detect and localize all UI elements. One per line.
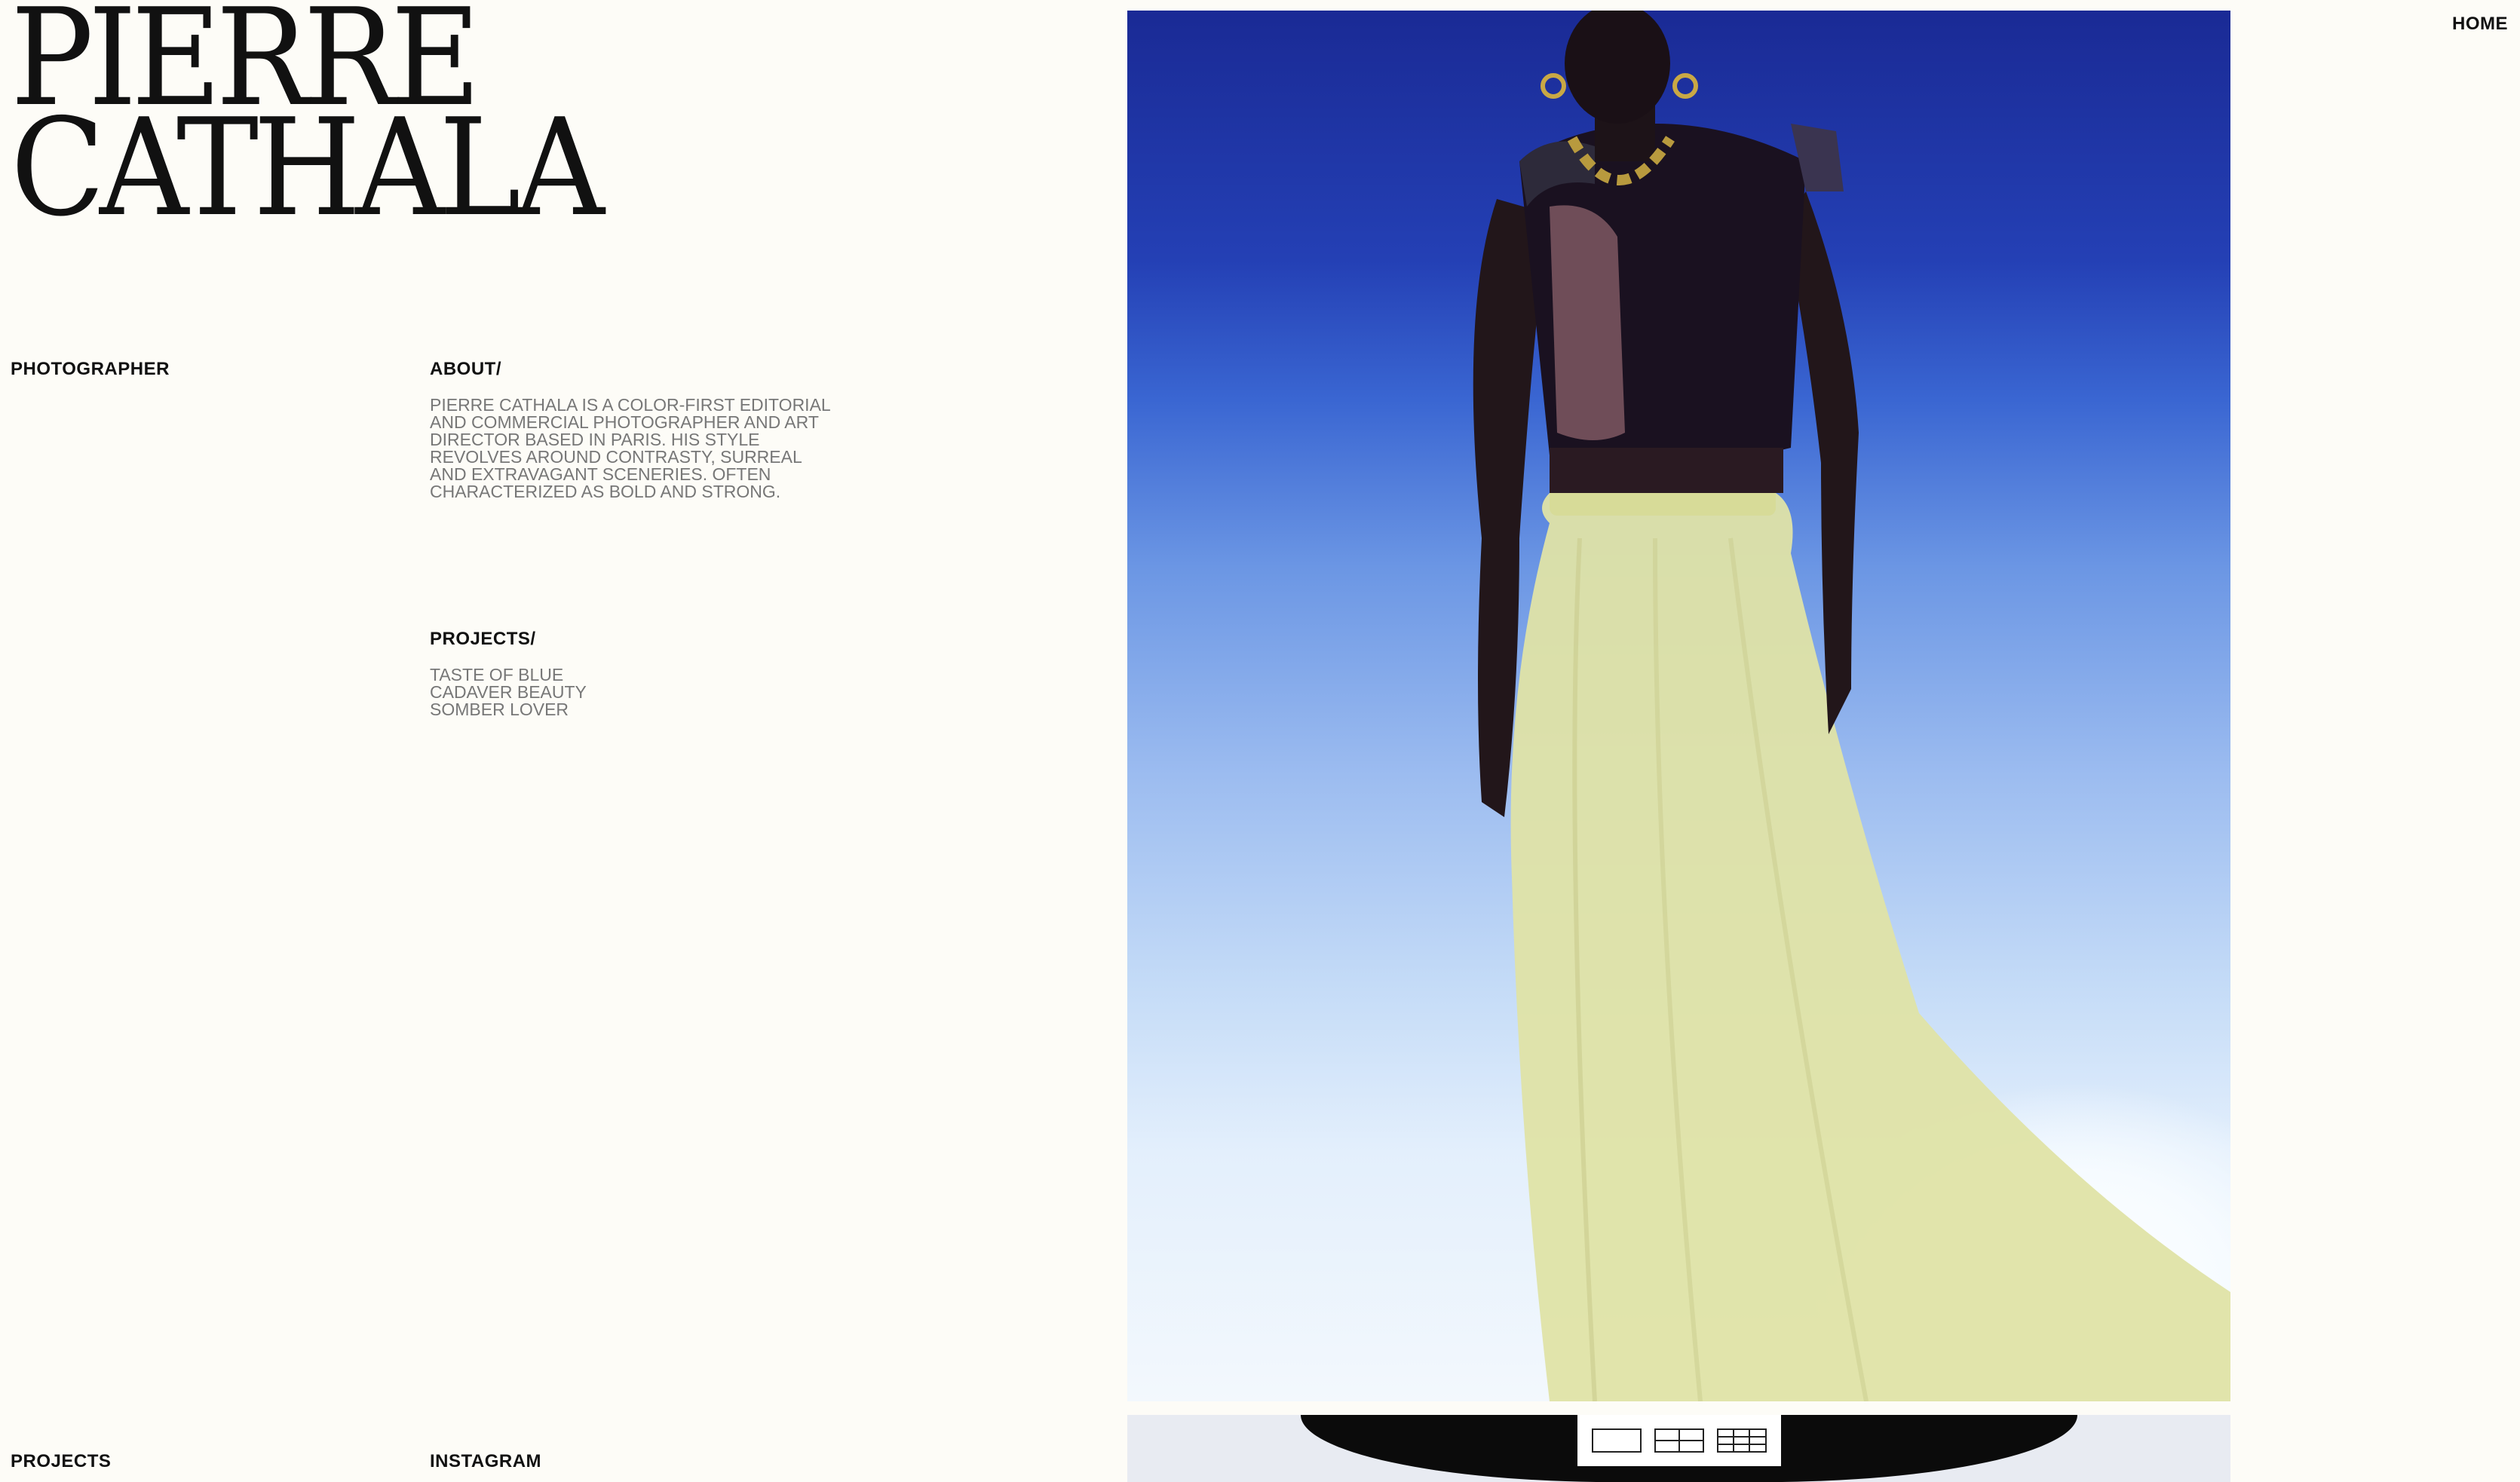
project-list: TASTE OF BLUE CADAVER BEAUTY SOMBER LOVE… <box>430 666 587 718</box>
about-line: CHARACTERIZED AS BOLD AND STRONG. <box>430 482 781 501</box>
nine-grid-view-icon[interactable] <box>1717 1428 1767 1453</box>
about-heading: ABOUT/ <box>430 359 501 379</box>
grid-divider <box>1718 1436 1766 1438</box>
nav-home-link[interactable]: HOME <box>2452 14 2508 35</box>
projects-heading: PROJECTS/ <box>430 629 536 649</box>
four-grid-view-icon[interactable] <box>1654 1428 1704 1453</box>
about-line: AND COMMERCIAL PHOTOGRAPHER AND ART <box>430 412 819 432</box>
photo-model-figure <box>1473 11 2230 1401</box>
about-line: REVOLVES AROUND CONTRASTY, SURREAL <box>430 447 802 467</box>
grid-divider <box>1749 1430 1751 1451</box>
logo-line-last-name: CATHALA <box>11 90 605 246</box>
site-logo[interactable]: PIERRE CATHALA <box>11 0 605 246</box>
grid-divider <box>1718 1444 1766 1445</box>
grid-divider <box>1733 1430 1735 1451</box>
single-view-icon[interactable] <box>1591 1428 1642 1453</box>
footer-projects-link[interactable]: PROJECTS <box>11 1451 111 1472</box>
about-line: PIERRE CATHALA IS A COLOR-FIRST EDITORIA… <box>430 395 831 415</box>
hero-photo[interactable] <box>1127 11 2230 1401</box>
project-link-somber-lover[interactable]: SOMBER LOVER <box>430 701 587 718</box>
about-line: AND EXTRAVAGANT SCENERIES. OFTEN <box>430 464 771 484</box>
project-link-taste-of-blue[interactable]: TASTE OF BLUE <box>430 666 587 684</box>
footer-instagram-link[interactable]: INSTAGRAM <box>430 1451 541 1472</box>
role-label: PHOTOGRAPHER <box>11 359 170 379</box>
about-line: DIRECTOR BASED IN PARIS. HIS STYLE <box>430 430 760 449</box>
project-link-cadaver-beauty[interactable]: CADAVER BEAUTY <box>430 684 587 701</box>
view-switcher <box>1577 1415 1781 1466</box>
grid-divider <box>1655 1440 1703 1441</box>
about-text: PIERRE CATHALA IS A COLOR-FIRST EDITORIA… <box>430 397 852 501</box>
